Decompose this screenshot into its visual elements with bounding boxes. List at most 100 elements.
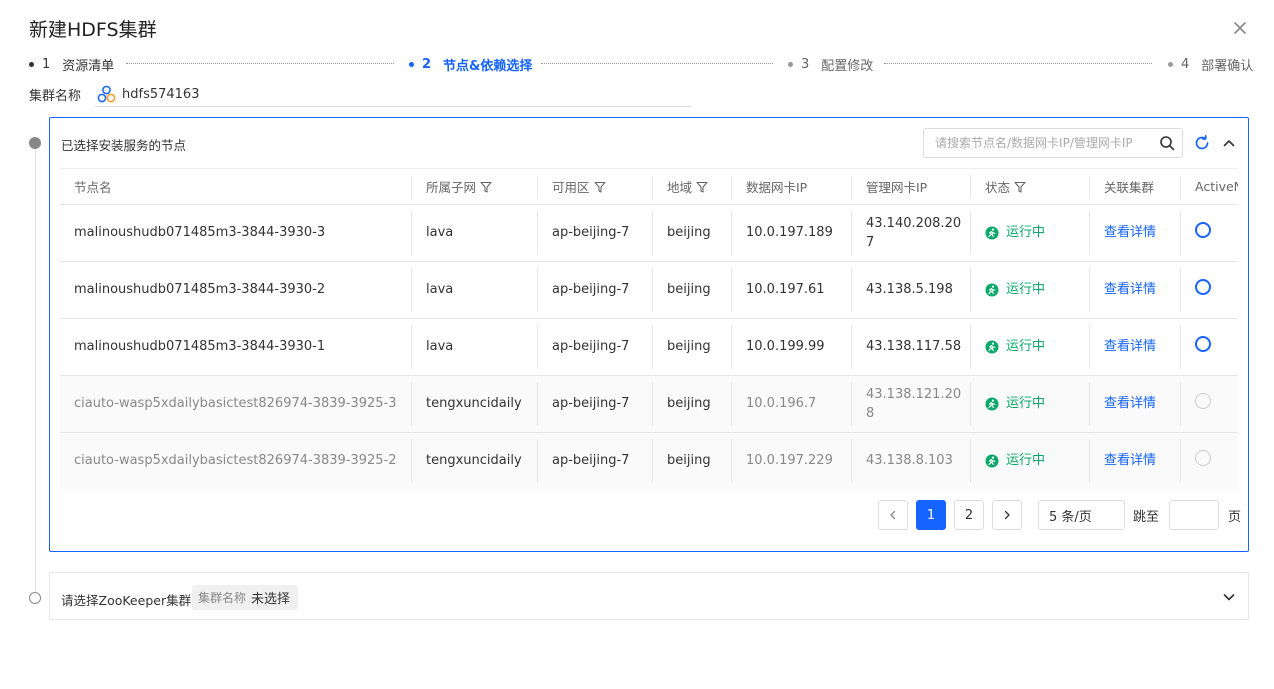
node-name: malinoushudb071485m3-3844-3930-1 [74,339,326,355]
activenn-radio[interactable] [1195,278,1211,295]
zone: ap-beijing-7 [552,453,630,469]
cell-node-name: ciauto-wasp5xdailybasictest826974-3839-3… [60,432,412,489]
zookeeper-panel[interactable]: 请选择ZooKeeper集群 集群名称 未选择 [49,572,1249,620]
status-text: 运行中 [1006,453,1046,469]
cell-subnet: lava [412,318,538,376]
next-page-button[interactable] [992,500,1022,530]
cell-status: 运行中 [971,432,1090,489]
cell-subnet: lava [412,261,538,319]
step-divider [884,63,1152,64]
chevron-left-icon [890,510,896,520]
cell-zone: ap-beijing-7 [538,432,653,489]
step-label: 配置修改 [821,59,874,74]
region: beijing [667,225,711,241]
col-header-label: 状态 [985,180,1011,195]
cell-node-name: ciauto-wasp5xdailybasictest826974-3839-3… [60,375,412,433]
step-number: 1 [42,57,51,72]
view-details-link[interactable]: 查看详情 [1104,453,1156,468]
page-button-2[interactable]: 2 [954,500,984,530]
jump-label: 跳至 [1133,509,1160,525]
step-divider [541,63,773,64]
table-row[interactable]: malinoushudb071485m3-3844-3930-2 lava ap… [60,261,1238,319]
mgmt-ip: 43.138.121.208 [866,386,962,422]
mgmt-ip: 43.138.5.198 [866,282,953,298]
col-header-label: 数据网卡IP [746,180,808,195]
filter-icon[interactable] [696,181,708,196]
nodes-table: 节点名 所属子网 可用区 地域 数据网卡IP 管理网卡IP 状态 关联集群 Ac… [60,168,1238,489]
zookeeper-cluster-tag: 集群名称 未选择 [192,585,299,610]
activenn-radio[interactable] [1195,335,1211,352]
col-header-activenn: ActiveN [1181,168,1238,205]
zone: ap-beijing-7 [552,339,630,355]
subnet: tengxuncidaily [426,396,522,412]
col-header-subnet: 所属子网 [412,168,538,205]
cell-region: beijing [653,432,732,489]
cluster-name-label: 集群名称 [29,88,82,104]
cell-mgmt-ip: 43.138.121.208 [852,375,971,433]
activenn-radio[interactable] [1195,221,1211,238]
search-icon[interactable] [1152,135,1182,151]
close-icon[interactable] [1230,18,1250,38]
zone: ap-beijing-7 [552,225,630,241]
page-button-1[interactable]: 1 [916,500,946,530]
mgmt-ip: 43.140.208.207 [866,215,962,251]
zookeeper-tag-key: 集群名称 [198,591,247,605]
filter-icon[interactable] [1014,181,1026,196]
region: beijing [667,339,711,355]
cell-region: beijing [653,261,732,319]
steps-bar: 1 资源清单 2 节点&依赖选择 3 配置修改 4 部署确认 [29,55,1253,74]
cell-zone: ap-beijing-7 [538,318,653,376]
page-unit-label: 页 [1228,509,1242,525]
cell-node-name: malinoushudb071485m3-3844-3930-1 [60,318,412,376]
filter-icon[interactable] [593,181,606,196]
step-dot [1168,62,1173,67]
status-text: 运行中 [1006,282,1046,298]
cell-node-name: malinoushudb071485m3-3844-3930-3 [60,204,412,262]
chevron-up-icon[interactable] [1221,135,1237,151]
cell-activenn [1181,261,1238,319]
col-header-label: ActiveN [1195,179,1238,194]
node-name: malinoushudb071485m3-3844-3930-3 [74,225,326,241]
col-header-region: 地域 [653,168,732,205]
chevron-down-icon[interactable] [1221,589,1237,605]
running-icon [985,454,999,468]
jump-page-input[interactable] [1169,500,1220,530]
step-label: 节点&依赖选择 [443,59,533,74]
col-header-cluster: 关联集群 [1090,168,1181,205]
step-4[interactable]: 4 部署确认 [1168,55,1253,74]
node-search-box[interactable] [923,128,1183,158]
timeline-dot-active [29,137,41,149]
filter-icon[interactable] [480,181,492,196]
node-name: ciauto-wasp5xdailybasictest826974-3839-3… [74,453,397,469]
refresh-icon[interactable] [1193,134,1211,152]
step-3[interactable]: 3 配置修改 [788,55,873,74]
col-header-label: 管理网卡IP [866,180,928,195]
cell-mgmt-ip: 43.138.117.58 [852,318,971,376]
zone: ap-beijing-7 [552,396,630,412]
step-1[interactable]: 1 资源清单 [29,55,114,74]
step-dot [409,62,414,67]
view-details-link[interactable]: 查看详情 [1104,282,1156,297]
subnet: lava [426,282,454,298]
cell-data-ip: 10.0.197.229 [732,432,852,489]
cell-data-ip: 10.0.199.99 [732,318,852,376]
running-icon [985,397,999,411]
table-row[interactable]: malinoushudb071485m3-3844-3930-3 lava ap… [60,204,1238,262]
view-details-link[interactable]: 查看详情 [1104,225,1156,240]
running-icon [985,283,999,297]
timeline-line [35,150,36,591]
running-icon [985,226,999,240]
page-size-select[interactable]: 5 条/页 [1038,500,1125,530]
cluster-icon [97,85,116,104]
zone: ap-beijing-7 [552,282,630,298]
table-row[interactable]: malinoushudb071485m3-3844-3930-1 lava ap… [60,318,1238,376]
cell-cluster: 查看详情 [1090,375,1181,433]
view-details-link[interactable]: 查看详情 [1104,339,1156,354]
node-search-input[interactable] [924,129,1152,157]
cluster-name-field[interactable]: hdfs574163 [95,82,692,107]
prev-page-button[interactable] [878,500,908,530]
timeline-dot-pending [29,592,41,604]
mgmt-ip: 43.138.117.58 [866,339,962,355]
view-details-link[interactable]: 查看详情 [1104,396,1156,411]
step-2[interactable]: 2 节点&依赖选择 [409,55,532,74]
